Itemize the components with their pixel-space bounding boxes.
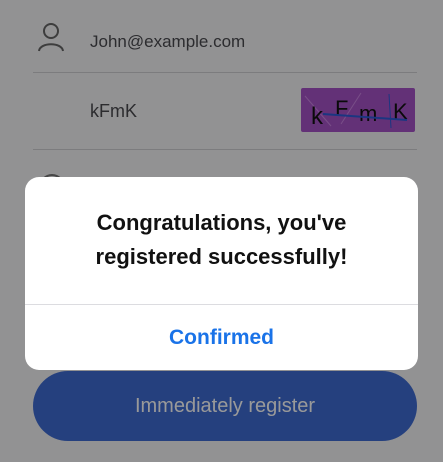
dialog-message: Congratulations, you've registered succe…: [25, 206, 418, 274]
dialog-message-line2: registered successfully!: [95, 244, 348, 269]
success-dialog: Congratulations, you've registered succe…: [25, 177, 418, 370]
confirm-button[interactable]: Confirmed: [25, 305, 418, 370]
dialog-message-line1: Congratulations, you've: [96, 210, 347, 235]
